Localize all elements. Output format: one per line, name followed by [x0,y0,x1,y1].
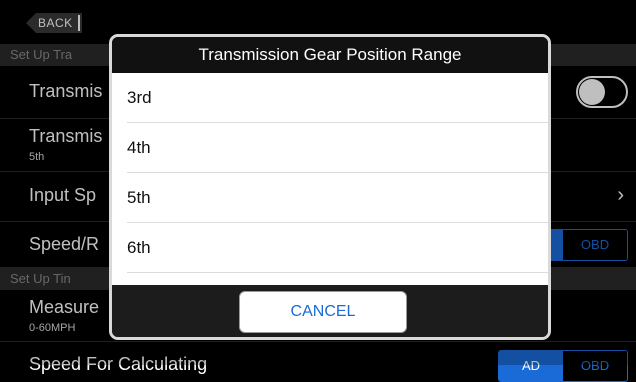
gear-range-picker: Transmission Gear Position Range 3rd 4th… [109,34,551,340]
option-6th[interactable]: 6th [127,223,548,273]
option-4th[interactable]: 4th [127,123,548,173]
option-3rd[interactable]: 3rd [127,73,548,123]
modal-footer: CANCEL [112,285,548,337]
options-list[interactable]: 3rd 4th 5th 6th [112,73,548,285]
cancel-button[interactable]: CANCEL [239,291,407,333]
option-5th[interactable]: 5th [127,173,548,223]
modal-title: Transmission Gear Position Range [112,37,548,73]
